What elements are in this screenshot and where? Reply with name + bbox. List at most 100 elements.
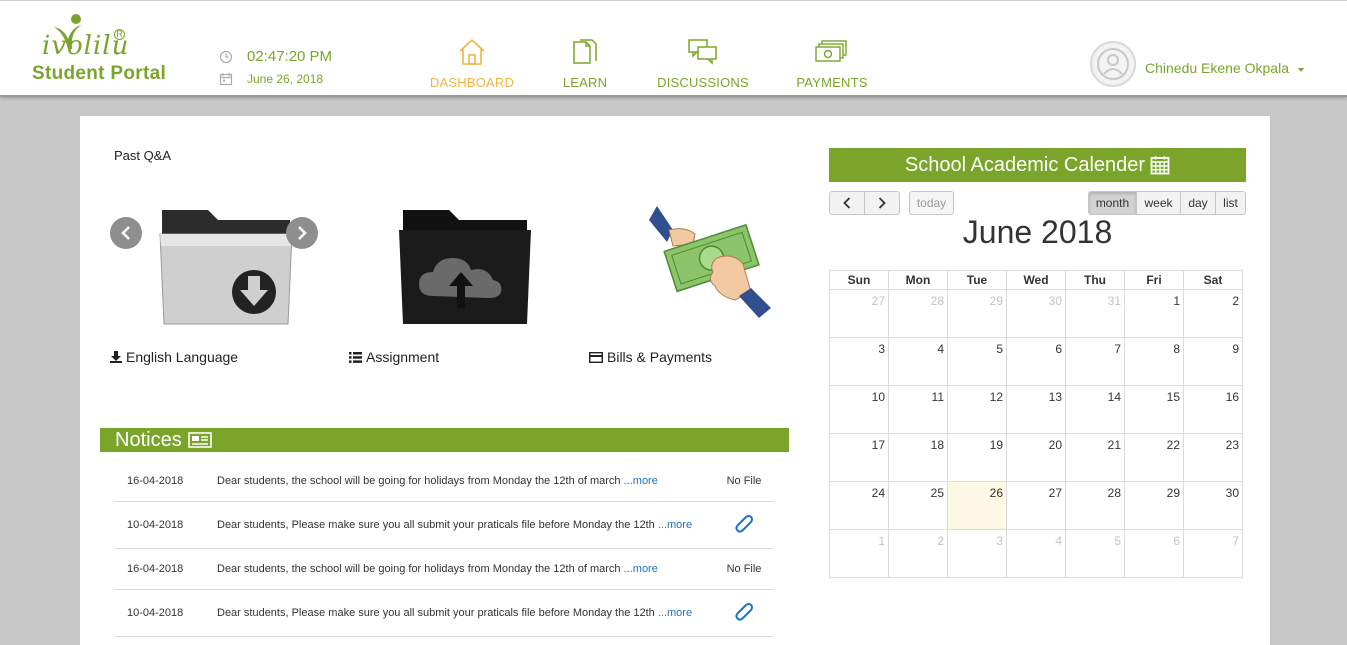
- clock-widget: 02:47:20 PM June 26, 2018: [219, 48, 332, 86]
- notice-text: Dear students, the school will be going …: [217, 475, 714, 487]
- nav-learn[interactable]: LEARN: [530, 37, 640, 90]
- view-day-button[interactable]: day: [1180, 191, 1216, 215]
- past-qa-tile-english[interactable]: English Language: [110, 186, 340, 365]
- calendar-day[interactable]: 25: [888, 481, 948, 530]
- calendar-day[interactable]: 31: [1065, 289, 1125, 338]
- calendar-day[interactable]: 14: [1065, 385, 1125, 434]
- notice-text: Dear students, Please make sure you all …: [217, 519, 714, 531]
- carousel-prev-button[interactable]: [110, 217, 142, 249]
- calendar-day[interactable]: 16: [1183, 385, 1243, 434]
- calendar-day[interactable]: 28: [888, 289, 948, 338]
- nav-discussions[interactable]: DISCUSSIONS: [648, 37, 758, 90]
- chat-bubbles-icon: [688, 39, 717, 65]
- calendar-day[interactable]: 2: [1183, 289, 1243, 338]
- calendar-day[interactable]: 27: [829, 289, 889, 338]
- notices-list: 16-04-2018 Dear students, the school wil…: [114, 460, 774, 637]
- top-header: ivolilu R Student Portal 02:47:20 PM Jun…: [0, 0, 1347, 97]
- weekday-header: Wed: [1006, 270, 1066, 290]
- calendar-week-row: 27 28 29 30 31 1 2: [829, 289, 1243, 338]
- calendar-day[interactable]: 23: [1183, 433, 1243, 482]
- list-icon: [349, 351, 362, 363]
- nav-dashboard[interactable]: DASHBOARD: [417, 37, 527, 90]
- calendar-day[interactable]: 9: [1183, 337, 1243, 386]
- calendar-day[interactable]: 22: [1124, 433, 1184, 482]
- calendar-day[interactable]: 4: [1006, 529, 1066, 578]
- calendar-day[interactable]: 4: [888, 337, 948, 386]
- notice-row: 16-04-2018 Dear students, the school wil…: [114, 549, 774, 590]
- calendar-day[interactable]: 1: [829, 529, 889, 578]
- calendar-week-row: 17 18 19 20 21 22 23: [829, 433, 1243, 482]
- paperclip-icon: [735, 602, 753, 621]
- view-week-button[interactable]: week: [1136, 191, 1181, 215]
- user-name: Chinedu Ekene Okpala: [1145, 60, 1289, 76]
- calendar-day[interactable]: 3: [829, 337, 889, 386]
- calendar-day[interactable]: 10: [829, 385, 889, 434]
- calendar-day[interactable]: 5: [947, 337, 1007, 386]
- paperclip-icon: [735, 514, 753, 533]
- past-qa-tile-bills[interactable]: Bills & Payments: [589, 186, 819, 365]
- calendar-prev-button[interactable]: [829, 191, 865, 215]
- calendar-day[interactable]: 28: [1065, 481, 1125, 530]
- calendar-next-button[interactable]: [864, 191, 900, 215]
- notice-date: 16-04-2018: [127, 474, 184, 487]
- tile-caption[interactable]: Bills & Payments: [589, 349, 819, 365]
- calendar-day[interactable]: 15: [1124, 385, 1184, 434]
- nav-payments[interactable]: PAYMENTS: [777, 37, 887, 90]
- user-menu[interactable]: Chinedu Ekene Okpala: [1090, 41, 1304, 87]
- notices-header: Notices: [100, 428, 789, 452]
- calendar-day[interactable]: 1: [1124, 289, 1184, 338]
- attachment-link[interactable]: [714, 514, 774, 537]
- view-list-button[interactable]: list: [1215, 191, 1246, 215]
- calendar-day[interactable]: 20: [1006, 433, 1066, 482]
- calendar-day[interactable]: 6: [1124, 529, 1184, 578]
- calendar-day[interactable]: 2: [888, 529, 948, 578]
- ivolilu-logo[interactable]: ivolilu R Student Portal: [32, 13, 182, 88]
- calendar-day-today[interactable]: 26: [947, 481, 1007, 530]
- newspaper-icon: [187, 432, 212, 448]
- calendar-day[interactable]: 21: [1065, 433, 1125, 482]
- dashboard-panel: Past Q&A English Language Assignment Bil…: [80, 116, 1270, 645]
- calendar-day[interactable]: 17: [829, 433, 889, 482]
- calendar-day[interactable]: 30: [1183, 481, 1243, 530]
- calendar-day[interactable]: 8: [1124, 337, 1184, 386]
- notice-more-link[interactable]: ...more: [624, 563, 658, 575]
- attachment-link[interactable]: [714, 602, 774, 625]
- tile-caption[interactable]: English Language: [110, 349, 340, 365]
- calendar-day[interactable]: 27: [1006, 481, 1066, 530]
- calendar-day[interactable]: 29: [947, 289, 1007, 338]
- carousel-next-button[interactable]: [286, 217, 318, 249]
- calendar-month-title: June 2018: [962, 214, 1113, 250]
- chevron-left-icon: [843, 197, 851, 209]
- calendar-day[interactable]: 12: [947, 385, 1007, 434]
- calendar-day[interactable]: 13: [1006, 385, 1066, 434]
- download-icon: [110, 351, 122, 363]
- calendar-day[interactable]: 19: [947, 433, 1007, 482]
- calendar-day[interactable]: 29: [1124, 481, 1184, 530]
- tile-caption[interactable]: Assignment: [349, 349, 579, 365]
- calendar-today-button[interactable]: today: [909, 191, 954, 215]
- chevron-down-icon: [1298, 67, 1304, 72]
- calendar-day[interactable]: 6: [1006, 337, 1066, 386]
- calendar-day[interactable]: 7: [1065, 337, 1125, 386]
- calendar-day[interactable]: 3: [947, 529, 1007, 578]
- weekday-header: Sun: [829, 270, 889, 290]
- past-qa-title: Past Q&A: [114, 148, 172, 163]
- notice-more-link[interactable]: ...more: [624, 475, 658, 487]
- view-month-button[interactable]: month: [1088, 191, 1137, 215]
- weekday-header: Thu: [1065, 270, 1125, 290]
- calendar-day[interactable]: 24: [829, 481, 889, 530]
- calendar-day[interactable]: 18: [888, 433, 948, 482]
- calendar-day[interactable]: 5: [1065, 529, 1125, 578]
- home-icon: [459, 38, 485, 65]
- calendar-day[interactable]: 30: [1006, 289, 1066, 338]
- current-time: 02:47:20 PM: [247, 48, 333, 65]
- notice-text: Dear students, the school will be going …: [217, 563, 714, 575]
- notice-more-link[interactable]: ...more: [658, 607, 692, 619]
- calendar-day[interactable]: 11: [888, 385, 948, 434]
- past-qa-tile-assignment[interactable]: Assignment: [349, 186, 579, 365]
- calendar-header: School Academic Calender: [829, 148, 1246, 182]
- notice-more-link[interactable]: ...more: [658, 519, 692, 531]
- weekday-header: Mon: [888, 270, 948, 290]
- calendar-day[interactable]: 7: [1183, 529, 1243, 578]
- tile-caption-text: Bills & Payments: [607, 349, 713, 365]
